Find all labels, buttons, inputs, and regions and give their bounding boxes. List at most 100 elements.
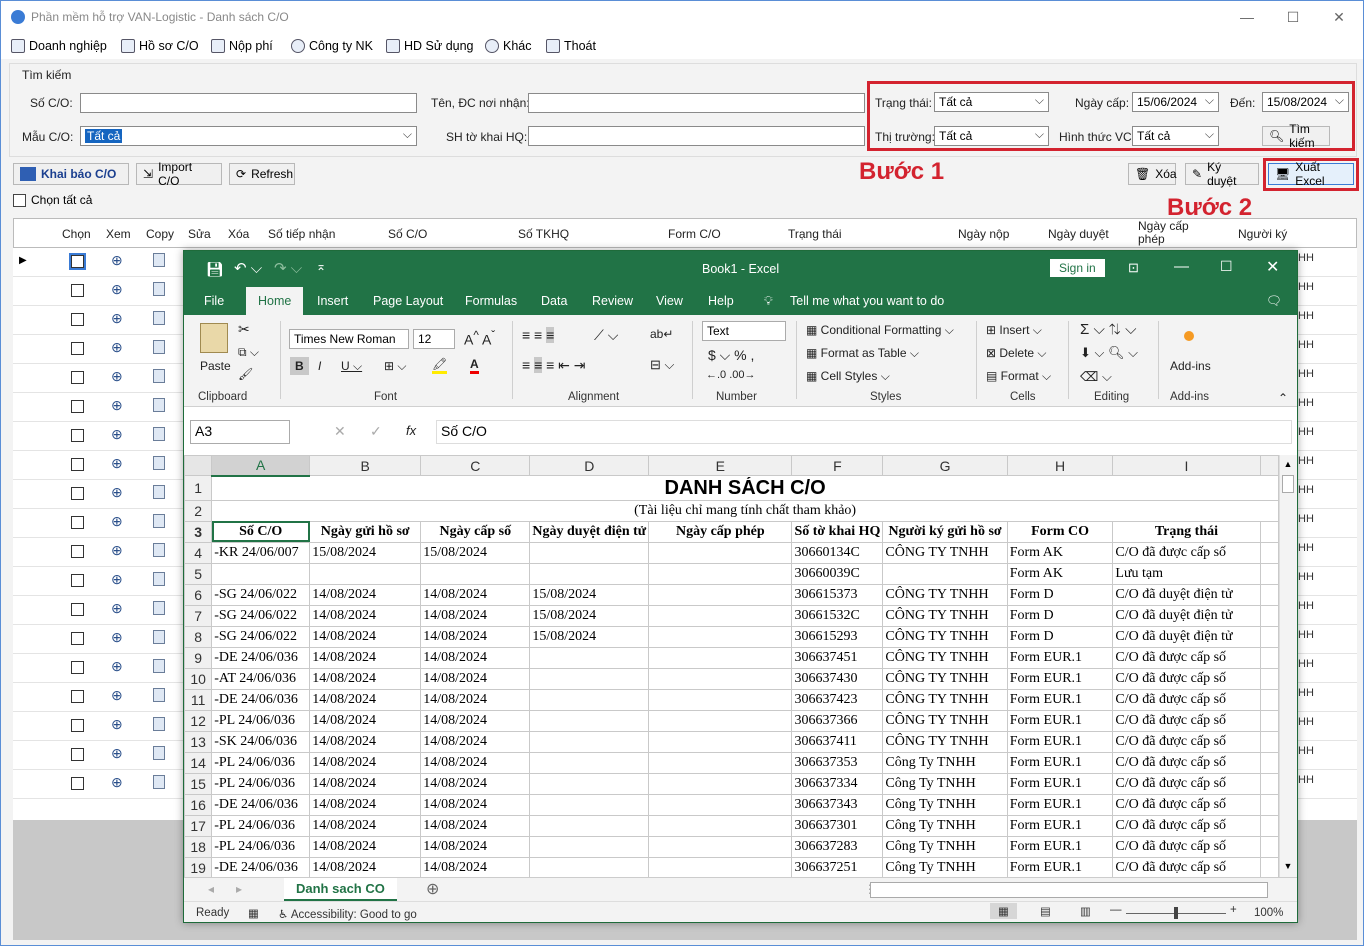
borders-icon[interactable]: ⊞ ⌵ <box>384 359 407 374</box>
menu-hd-su-dung[interactable]: HD Sử dụng <box>386 37 474 55</box>
view-icon[interactable]: ⊕ <box>111 455 123 472</box>
data-cell[interactable]: Form EUR.1 <box>1006 709 1114 732</box>
close-icon[interactable]: ✕ <box>1329 7 1349 27</box>
row-number[interactable]: 16 <box>184 793 213 816</box>
col-nguoi-ky[interactable]: Người ký <box>1238 227 1287 241</box>
tab-formulas[interactable]: Formulas <box>465 294 517 308</box>
data-cell[interactable] <box>529 835 650 858</box>
menu-thoat[interactable]: Thoát <box>546 37 596 55</box>
data-cell[interactable]: 306637451 <box>791 646 884 669</box>
excel-close-icon[interactable]: ✕ <box>1266 257 1279 277</box>
data-cell[interactable]: Công Ty TNHH <box>882 835 1008 858</box>
data-cell[interactable] <box>529 667 650 690</box>
data-cell-partial[interactable] <box>1259 667 1279 690</box>
view-icon[interactable]: ⊕ <box>111 368 123 385</box>
row-number[interactable]: 19 <box>184 856 213 877</box>
data-cell[interactable]: CÔNG TY TNHH <box>882 688 1008 711</box>
copy-icon[interactable] <box>153 311 165 325</box>
ten-dc-input[interactable] <box>528 93 865 113</box>
data-cell[interactable]: 30660134C <box>791 541 884 564</box>
tab-review[interactable]: Review <box>592 294 633 308</box>
insert-cells-button[interactable]: ⊞ Insert ⌵ <box>986 323 1042 338</box>
column-header[interactable]: B <box>309 455 422 476</box>
row-number[interactable]: 10 <box>184 667 213 690</box>
data-cell[interactable]: Form EUR.1 <box>1006 793 1114 816</box>
align-top-icon[interactable]: ≡ ≡ ≡ <box>522 327 555 343</box>
copy-icon[interactable]: ⧉ ⌵ <box>238 345 259 360</box>
data-cell[interactable] <box>529 562 650 585</box>
col-copy[interactable]: Copy <box>146 227 174 241</box>
data-cell[interactable]: 14/08/2024 <box>420 646 531 669</box>
excel-minimize-icon[interactable]: — <box>1174 258 1189 275</box>
menu-khac[interactable]: Khác <box>485 37 532 55</box>
data-cell[interactable]: Form EUR.1 <box>1006 772 1114 795</box>
select-all-cells-corner[interactable] <box>184 455 213 476</box>
row-number[interactable]: 6 <box>184 583 213 606</box>
data-cell[interactable]: -SG 24/06/022 <box>211 604 311 627</box>
data-cell[interactable] <box>648 730 793 753</box>
data-cell[interactable]: 14/08/2024 <box>420 625 531 648</box>
paste-label[interactable]: Paste <box>200 359 231 373</box>
data-cell-partial[interactable] <box>1259 835 1279 858</box>
data-cell[interactable] <box>648 583 793 606</box>
cancel-formula-icon[interactable]: ✕ <box>334 423 346 440</box>
row-number[interactable]: 5 <box>184 562 213 585</box>
ribbon-display-icon[interactable]: ⊡ <box>1128 260 1139 276</box>
view-icon[interactable]: ⊕ <box>111 571 123 588</box>
comments-icon[interactable]: 🗨︎ <box>1266 294 1282 309</box>
data-cell[interactable]: 306637423 <box>791 688 884 711</box>
column-header[interactable]: A <box>211 455 311 477</box>
data-cell[interactable]: 14/08/2024 <box>420 604 531 627</box>
data-cell[interactable]: 14/08/2024 <box>420 730 531 753</box>
row-number[interactable]: 12 <box>184 709 213 732</box>
underline-icon[interactable]: U ⌵ <box>341 359 362 374</box>
copy-icon[interactable] <box>153 543 165 557</box>
header-cell[interactable]: Form CO <box>1006 520 1114 543</box>
data-cell[interactable]: Form EUR.1 <box>1006 730 1114 753</box>
row-number[interactable]: 2 <box>184 499 213 522</box>
data-cell[interactable]: Form EUR.1 <box>1006 646 1114 669</box>
data-cell[interactable]: -PL 24/06/036 <box>211 835 311 858</box>
copy-icon[interactable] <box>153 369 165 383</box>
row-checkbox[interactable] <box>71 429 84 442</box>
font-size-select[interactable]: 12 <box>413 329 455 349</box>
col-ngay-cap-phep[interactable]: Ngày cấp phép <box>1138 220 1198 246</box>
row-checkbox[interactable] <box>71 487 84 500</box>
data-cell[interactable] <box>309 562 422 585</box>
tab-file[interactable]: File <box>204 294 224 308</box>
bold-icon[interactable]: B <box>290 357 309 375</box>
data-cell[interactable]: 14/08/2024 <box>420 688 531 711</box>
col-xem[interactable]: Xem <box>106 227 131 241</box>
data-cell[interactable]: -SG 24/06/022 <box>211 625 311 648</box>
row-number[interactable]: 17 <box>184 814 213 837</box>
data-cell[interactable]: 14/08/2024 <box>309 814 422 837</box>
zoom-slider-thumb[interactable] <box>1174 907 1178 919</box>
data-cell[interactable]: Form D <box>1006 604 1114 627</box>
function-icon[interactable]: fx <box>406 423 416 438</box>
column-header[interactable]: F <box>791 455 884 476</box>
row-number[interactable]: 15 <box>184 772 213 795</box>
data-cell[interactable] <box>648 604 793 627</box>
view-icon[interactable]: ⊕ <box>111 397 123 414</box>
data-cell[interactable] <box>648 709 793 732</box>
copy-icon[interactable] <box>153 514 165 528</box>
data-cell[interactable]: C/O đã được cấp số <box>1112 541 1261 564</box>
data-cell[interactable]: CÔNG TY TNHH <box>882 646 1008 669</box>
maximize-icon[interactable]: ☐ <box>1283 7 1303 27</box>
view-icon[interactable]: ⊕ <box>111 252 123 269</box>
row-number[interactable]: 11 <box>184 688 213 711</box>
data-cell[interactable]: -DE 24/06/036 <box>211 856 311 877</box>
data-cell[interactable] <box>648 814 793 837</box>
copy-icon[interactable] <box>153 456 165 470</box>
tab-view[interactable]: View <box>656 294 683 308</box>
data-cell[interactable]: CÔNG TY TNHH <box>882 730 1008 753</box>
align-left-icon[interactable]: ≡ ≡ ≡ ⇤ ⇥ <box>522 357 586 374</box>
fill-color-icon[interactable]: 🖍︎ <box>432 357 448 374</box>
data-cell[interactable]: 14/08/2024 <box>420 793 531 816</box>
font-color-icon[interactable]: A <box>470 357 479 374</box>
name-box[interactable]: A3 <box>190 420 290 444</box>
data-cell[interactable]: Lưu tạm <box>1112 562 1261 585</box>
data-cell[interactable]: C/O đã duyệt điện tử <box>1112 625 1261 648</box>
data-cell[interactable]: CÔNG TY TNHH <box>882 709 1008 732</box>
data-cell-partial[interactable] <box>1259 688 1279 711</box>
